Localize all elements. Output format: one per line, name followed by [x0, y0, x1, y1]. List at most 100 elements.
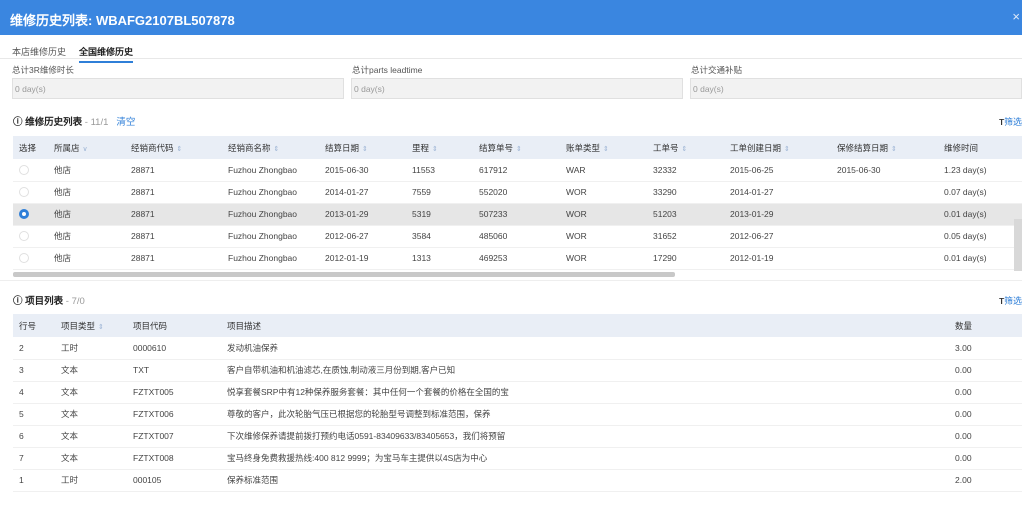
summary-field-3r-time: 0 day(s)	[12, 78, 344, 99]
row-radio[interactable]	[19, 253, 29, 264]
sort-icon[interactable]: ⇕	[432, 146, 438, 153]
cell-settle-no: 469253	[473, 247, 560, 270]
history-section-header: ⓘ 维修历史列表 - 11/1 清空	[13, 114, 135, 128]
col-quantity: 数量	[949, 314, 1022, 337]
items-table: 行号 项目类型 ⇕ 项目代码 项目描述 数量 2 工时 0000610 发动机油保…	[13, 314, 1022, 492]
cell-quantity: 0.00	[949, 359, 1022, 382]
table-row[interactable]: 1 工时 000105 保养标准范围 2.00	[13, 469, 1022, 492]
table-row[interactable]: 他店 28871 Fuzhou Zhongbao 2015-06-30 1155…	[13, 159, 1022, 182]
table-row[interactable]: 5 文本 FZTXT006 尊敬的客户，此次轮胎气压已根据您的轮胎型号调整到标准…	[13, 403, 1022, 426]
info-icon: ⓘ	[13, 296, 26, 307]
sort-icon[interactable]: ⇕	[516, 146, 522, 153]
cell-settle-date: 2012-06-27	[319, 225, 406, 248]
row-radio[interactable]	[19, 165, 29, 176]
table-row[interactable]: 他店 28871 Fuzhou Zhongbao 2014-01-27 7559…	[13, 181, 1022, 204]
col-warranty-date[interactable]: 保修结算日期 ⇕	[831, 136, 938, 159]
sort-icon[interactable]: ⇕	[603, 146, 609, 153]
tab-national-history[interactable]: 全国维修历史	[79, 45, 134, 63]
sort-icon[interactable]: ⇕	[682, 146, 688, 153]
col-order-date[interactable]: 工单创建日期 ⇕	[724, 136, 831, 159]
cell-item-desc: 尊敬的客户，此次轮胎气压已根据您的轮胎型号调整到标准范围，保养	[221, 403, 949, 426]
cell-order-date: 2015-06-25	[724, 159, 831, 182]
cell-order-no: 33290	[647, 181, 724, 204]
col-settle-no[interactable]: 结算单号 ⇕	[473, 136, 560, 159]
col-dealer-name[interactable]: 经销商名称 ⇕	[222, 136, 319, 159]
close-icon[interactable]: ×	[1012, 9, 1020, 24]
table-row-selected[interactable]: 他店 28871 Fuzhou Zhongbao 2013-01-29 5319…	[13, 203, 1022, 226]
cell-bill-type: WAR	[560, 159, 647, 182]
col-order-no[interactable]: 工单号 ⇕	[647, 136, 724, 159]
section-divider	[0, 280, 1022, 281]
col-repair-time: 维修时间	[938, 136, 1022, 159]
table-row[interactable]: 4 文本 FZTXT005 悦享套餐SRP中有12种保养服务套餐：其中任何一个套…	[13, 381, 1022, 404]
cell-quantity: 3.00	[949, 337, 1022, 360]
sort-icon[interactable]: ⇕	[98, 324, 104, 331]
cell-line-no: 4	[13, 381, 55, 404]
history-table: 选择 所属店 ∨ 经销商代码 ⇕ 经销商名称 ⇕ 结算日期 ⇕ 里程 ⇕ 结算单号 ⇕ 账单…	[13, 136, 1022, 270]
history-vertical-scrollbar[interactable]	[1014, 219, 1022, 271]
cell-item-desc: 宝马终身免费救援热线:400 812 9999；为宝马车主提供以4S店为中心	[221, 447, 949, 470]
cell-dealer-code: 28871	[125, 159, 222, 182]
table-row[interactable]: 他店 28871 Fuzhou Zhongbao 2012-06-27 3584…	[13, 225, 1022, 248]
summary-label-parts-leadtime: 总计parts leadtime	[352, 65, 423, 75]
col-settle-date[interactable]: 结算日期 ⇕	[319, 136, 406, 159]
cell-store: 他店	[48, 203, 125, 226]
sort-icon[interactable]: ⇕	[891, 146, 897, 153]
col-line-no: 行号	[13, 314, 55, 337]
cell-settle-no: 485060	[473, 225, 560, 248]
row-radio[interactable]	[19, 231, 29, 242]
cell-item-code: 000105	[127, 469, 221, 492]
cell-settle-no: 507233	[473, 203, 560, 226]
clear-button[interactable]: 清空	[116, 117, 135, 128]
cell-store: 他店	[48, 247, 125, 270]
cell-dealer-code: 28871	[125, 181, 222, 204]
history-title: 维修历史列表	[25, 117, 83, 128]
sort-icon[interactable]: ⇕	[177, 146, 183, 153]
col-bill-type[interactable]: 账单类型 ⇕	[560, 136, 647, 159]
col-mileage[interactable]: 里程 ⇕	[406, 136, 473, 159]
row-radio[interactable]	[19, 187, 29, 198]
sort-icon[interactable]: ⇕	[274, 146, 280, 153]
summary-label-3r-time: 总计3R维修时长	[12, 65, 74, 75]
cell-warranty-date	[831, 225, 938, 248]
cell-order-date: 2013-01-29	[724, 203, 831, 226]
summary-label-traffic-allowance: 总计交通补贴	[691, 65, 743, 75]
cell-repair-time: 1.23 day(s)	[938, 159, 1022, 182]
cell-bill-type: WOR	[560, 181, 647, 204]
cell-item-desc: 客户自带机油和机油滤芯,在质蚀,制动液三月份到期,客户已知	[221, 359, 949, 382]
cell-warranty-date: 2015-06-30	[831, 159, 938, 182]
cell-settle-no: 617912	[473, 159, 560, 182]
cell-item-desc: 保养标准范围	[221, 469, 949, 492]
tab-bar: 本店维修历史 全国维修历史	[0, 41, 1022, 63]
cell-settle-date: 2012-01-19	[319, 247, 406, 270]
row-radio-checked[interactable]	[19, 209, 29, 220]
col-store[interactable]: 所属店 ∨	[48, 136, 125, 159]
cell-dealer-name: Fuzhou Zhongbao	[222, 247, 319, 270]
table-row[interactable]: 6 文本 FZTXT007 下次维修保养请提前拨打预约电话0591-834096…	[13, 425, 1022, 448]
table-row[interactable]: 3 文本 TXT 客户自带机油和机油滤芯,在质蚀,制动液三月份到期,客户已知 0…	[13, 359, 1022, 382]
table-row[interactable]: 7 文本 FZTXT008 宝马终身免费救援热线:400 812 9999；为宝…	[13, 447, 1022, 470]
cell-order-no: 51203	[647, 203, 724, 226]
cell-line-no: 3	[13, 359, 55, 382]
cell-quantity: 0.00	[949, 447, 1022, 470]
sort-icon[interactable]: ⇕	[362, 146, 368, 153]
tab-local-history[interactable]: 本店维修历史	[12, 45, 66, 58]
history-filter-button[interactable]: T筛选	[999, 115, 1022, 128]
cell-line-no: 2	[13, 337, 55, 360]
cell-order-no: 32332	[647, 159, 724, 182]
col-dealer-code[interactable]: 经销商代码 ⇕	[125, 136, 222, 159]
items-header-row: 行号 项目类型 ⇕ 项目代码 项目描述 数量	[13, 314, 1022, 337]
items-filter-button[interactable]: T筛选	[999, 294, 1022, 307]
cell-store: 他店	[48, 159, 125, 182]
cell-item-type: 文本	[55, 447, 127, 470]
cell-quantity: 0.00	[949, 381, 1022, 404]
sort-icon[interactable]: ⇕	[784, 146, 790, 153]
table-row[interactable]: 他店 28871 Fuzhou Zhongbao 2012-01-19 1313…	[13, 247, 1022, 270]
col-item-type[interactable]: 项目类型 ⇕	[55, 314, 127, 337]
cell-item-code: FZTXT007	[127, 425, 221, 448]
history-horizontal-scrollbar[interactable]	[13, 272, 675, 277]
cell-item-type: 文本	[55, 403, 127, 426]
chevron-down-icon[interactable]: ∨	[83, 146, 88, 153]
table-row[interactable]: 2 工时 0000610 发动机油保养 3.00	[13, 337, 1022, 360]
cell-item-desc: 发动机油保养	[221, 337, 949, 360]
